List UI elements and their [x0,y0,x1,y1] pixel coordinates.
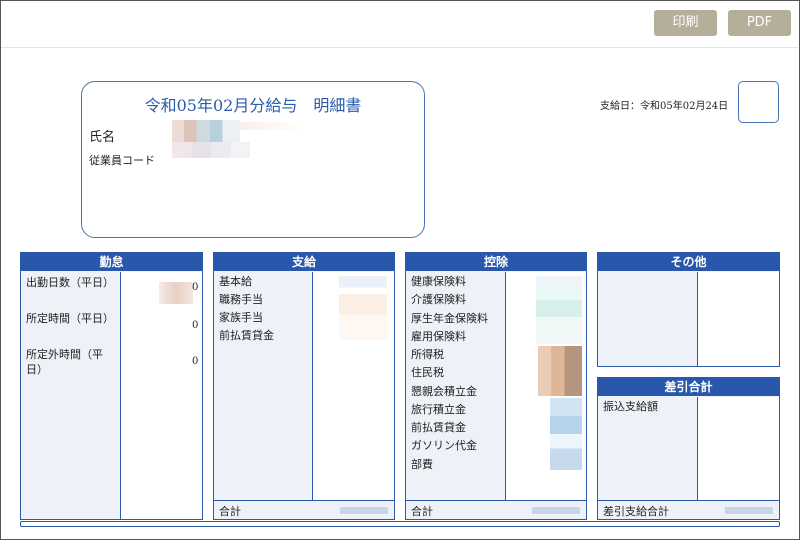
net-total-values [697,397,779,500]
stamp-box [738,81,779,123]
payment-title: 支給 [214,253,394,271]
deduction-title: 控除 [406,253,586,271]
payment-item-family: 家族手当 [219,311,263,324]
bottom-divider [20,521,780,527]
deduction-item-advance: 前払賃貸金 [411,421,466,434]
attendance-value-digit-2: 0 [192,320,199,331]
deduction-item-travel-fund: 旅行積立金 [411,403,466,416]
attendance-item-workdays: 出勤日数（平日） [26,276,114,289]
employee-code-label: 従業員コード [89,154,155,167]
deduction-item-care: 介護保険料 [411,293,466,306]
deduction-item-health: 健康保険料 [411,275,466,288]
name-label: 氏名 [89,130,116,145]
deduction-item-club: 部費 [411,458,433,471]
payment-item-basic: 基本給 [219,275,252,288]
attendance-values: 0 0 0 [120,272,202,519]
attendance-value-digit-3: 0 [192,356,199,367]
header-box: 令和05年02月分給与 明細書 氏名 従業員コード [81,81,425,238]
attendance-title: 勤怠 [21,253,202,271]
redacted-deduction-values-2 [538,346,582,396]
payment-total-label: 合計 [219,505,241,518]
deduction-values [505,272,586,500]
payment-panel: 支給 基本給 職務手当 家族手当 前払賃貸金 合計 [213,252,395,520]
deduction-total-label: 合計 [411,505,433,518]
deduction-item-employment: 雇用保険料 [411,330,466,343]
net-transfer-label: 振込支給額 [603,400,658,413]
redacted-deduction-values-3 [550,398,582,470]
redacted-net-total [725,507,773,514]
deduction-item-income-tax: 所得税 [411,348,444,361]
redacted-code [172,142,250,158]
print-button[interactable]: 印刷 [654,10,717,36]
redacted-payment-total [340,507,388,514]
net-total-labels: 振込支給額 [598,397,697,500]
other-panel: その他 [597,252,780,367]
deduction-item-social-fund: 懇親会積立金 [411,385,477,398]
other-labels [598,272,697,366]
attendance-value-digit-1: 0 [192,282,199,293]
redacted-attendance-value [159,282,193,304]
attendance-labels: 出勤日数（平日） 所定時間（平日） 所定外時間（平日） [21,272,120,519]
pay-date: 支給日：令和05年02月24日 [600,101,729,112]
redacted-deduction-total [532,507,580,514]
pdf-button[interactable]: PDF [728,10,791,36]
toolbar: 印刷 PDF [1,1,798,48]
deduction-labels: 健康保険料 介護保険料 厚生年金保険料 雇用保険料 所得税 住民税 懇親会積立金… [406,272,505,500]
net-total-row: 差引支給合計 [598,500,779,519]
redacted-name-tail [240,122,302,130]
deduction-panel: 控除 健康保険料 介護保険料 厚生年金保険料 雇用保険料 所得税 住民税 懇親会… [405,252,587,520]
other-title: その他 [598,253,779,271]
attendance-item-scheduled-hours: 所定時間（平日） [26,312,114,325]
deduction-item-gasoline: ガソリン代金 [411,439,477,452]
payment-labels: 基本給 職務手当 家族手当 前払賃貸金 [214,272,312,500]
net-total-panel: 差引合計 振込支給額 差引支給合計 [597,377,780,520]
payment-total-row: 合計 [214,500,394,519]
payment-item-advance: 前払賃貸金 [219,329,274,342]
other-values [697,272,779,366]
page-title: 令和05年02月分給与 明細書 [144,96,362,115]
attendance-panel: 勤怠 出勤日数（平日） 所定時間（平日） 所定外時間（平日） 0 0 0 [20,252,203,520]
net-total-label: 差引支給合計 [603,505,669,518]
payment-values [312,272,394,500]
deduction-item-resident-tax: 住民税 [411,366,444,379]
attendance-item-overtime-hours: 所定外時間（平日） [26,348,103,376]
redacted-deduction-values-1 [536,276,582,344]
payment-item-position: 職務手当 [219,293,263,306]
redacted-payment-values [339,276,387,340]
deduction-item-pension: 厚生年金保険料 [411,312,488,325]
net-total-title: 差引合計 [598,378,779,396]
deduction-total-row: 合計 [406,500,586,519]
